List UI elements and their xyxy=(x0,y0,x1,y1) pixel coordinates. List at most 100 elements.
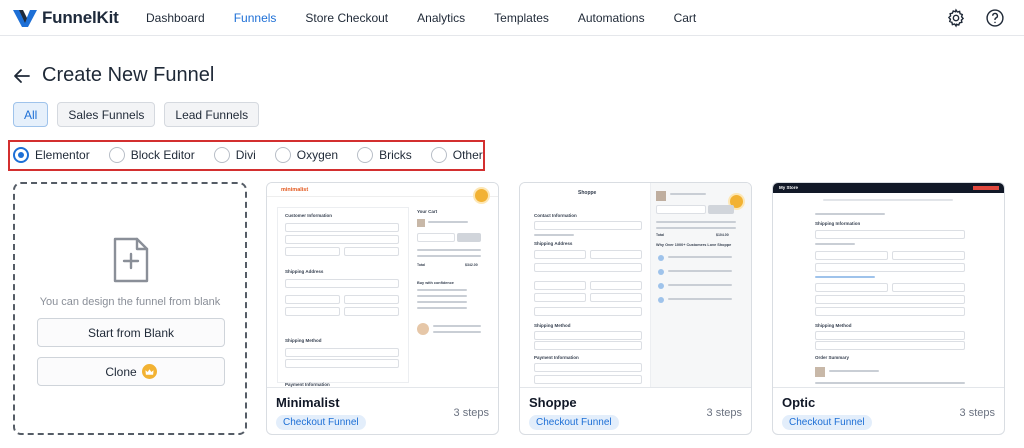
template-card-shoppe[interactable]: Shoppe Contact Information Shipping Addr… xyxy=(519,182,752,435)
radio-dot[interactable] xyxy=(430,147,447,163)
preview-line xyxy=(417,289,467,291)
nav-funnels[interactable]: Funnels xyxy=(234,11,277,25)
preview-brand: minimalist xyxy=(281,187,309,193)
preview-line xyxy=(815,213,885,215)
clone-button[interactable]: Clone xyxy=(37,357,225,386)
preview-total-label: Total xyxy=(656,233,665,237)
tab-all[interactable]: All xyxy=(13,102,49,127)
radio-dot[interactable] xyxy=(108,147,125,163)
preview-section-title: Shipping Method xyxy=(285,338,322,343)
template-card-minimalist[interactable]: minimalist Customer Information Shipping… xyxy=(266,182,499,435)
preview-section-title: Shipping Method xyxy=(815,323,852,328)
preview-line xyxy=(668,284,732,286)
funnelkit-logo-icon xyxy=(13,10,37,27)
preview-field xyxy=(285,235,399,244)
preview-field xyxy=(815,295,965,304)
template-preview-optic[interactable]: My Store Shipping Information Shipping M… xyxy=(773,183,1004,388)
preview-apply-button xyxy=(708,205,734,214)
radio-oxygen[interactable]: Oxygen xyxy=(274,147,339,163)
tab-sales-funnels[interactable]: Sales Funnels xyxy=(57,102,156,127)
preview-field xyxy=(892,251,965,260)
radio-label: Other xyxy=(452,148,483,162)
tab-lead-funnels[interactable]: Lead Funnels xyxy=(164,102,260,127)
premium-crown-badge xyxy=(473,187,490,204)
preview-line xyxy=(433,325,481,327)
preview-field xyxy=(815,263,965,272)
radio-other[interactable]: Other xyxy=(430,147,483,163)
radio-block-editor[interactable]: Block Editor xyxy=(108,147,195,163)
clone-label: Clone xyxy=(105,364,137,379)
preview-line xyxy=(417,301,467,303)
template-badge: Checkout Funnel xyxy=(782,415,872,430)
preview-field xyxy=(815,230,965,239)
preview-line xyxy=(428,221,468,223)
gear-icon[interactable] xyxy=(946,8,966,28)
arrow-left-icon[interactable] xyxy=(12,66,32,86)
radio-dot[interactable] xyxy=(274,147,291,163)
page-builder-radio-group: Elementor Block Editor Divi Oxygen Brick… xyxy=(13,146,502,164)
preview-field xyxy=(590,250,642,259)
preview-steps-bar xyxy=(823,199,953,201)
preview-field xyxy=(534,331,642,340)
template-steps: 3 steps xyxy=(959,407,995,419)
crown-icon xyxy=(141,364,157,379)
radio-elementor[interactable]: Elementor xyxy=(13,147,90,163)
preview-bullet-icon xyxy=(658,283,664,289)
preview-line xyxy=(668,270,732,272)
preview-apply-button xyxy=(457,233,481,242)
preview-field xyxy=(534,307,642,316)
page-title: Create New Funnel xyxy=(42,64,215,86)
preview-field xyxy=(344,307,399,316)
template-preview-minimalist[interactable]: minimalist Customer Information Shipping… xyxy=(267,183,498,388)
preview-link-line xyxy=(815,276,875,278)
nav-cart[interactable]: Cart xyxy=(674,11,697,25)
preview-field xyxy=(815,251,888,260)
nav-templates[interactable]: Templates xyxy=(494,11,549,25)
preview-product-thumb xyxy=(417,219,425,227)
preview-line xyxy=(417,295,467,297)
preview-line xyxy=(815,243,855,245)
radio-dot[interactable] xyxy=(357,147,374,163)
preview-line xyxy=(417,249,481,251)
template-name: Minimalist xyxy=(276,395,340,410)
preview-line xyxy=(829,370,879,372)
preview-brand: My Store xyxy=(779,185,799,190)
preview-field xyxy=(534,341,642,350)
preview-field xyxy=(285,307,340,316)
preview-product-thumb xyxy=(815,367,825,377)
preview-line xyxy=(417,255,481,257)
preview-side-heading: Buy with confidence xyxy=(417,281,454,285)
preview-line xyxy=(656,221,736,223)
radio-label: Elementor xyxy=(35,148,90,162)
radio-divi[interactable]: Divi xyxy=(213,147,256,163)
preview-field xyxy=(590,293,642,302)
preview-section-title: Shipping Information xyxy=(815,221,861,226)
preview-field xyxy=(656,205,706,214)
radio-label: Oxygen xyxy=(296,148,339,162)
template-card-optic[interactable]: My Store Shipping Information Shipping M… xyxy=(772,182,1005,435)
question-circle-icon[interactable] xyxy=(985,8,1005,28)
preview-side-heading: Why Over 1000+ Customers Love Shoppe xyxy=(656,243,732,247)
template-badge: Checkout Funnel xyxy=(529,415,619,430)
preview-section-title: Order Summary xyxy=(815,355,850,360)
preview-field xyxy=(285,223,399,232)
radio-label: Block Editor xyxy=(130,148,195,162)
start-from-blank-button[interactable]: Start from Blank xyxy=(37,318,225,347)
preview-field xyxy=(344,247,399,256)
nav-analytics[interactable]: Analytics xyxy=(417,11,465,25)
preview-field xyxy=(815,283,888,292)
preview-field xyxy=(285,295,340,304)
nav-dashboard[interactable]: Dashboard xyxy=(146,11,205,25)
radio-dot[interactable] xyxy=(13,147,29,163)
preview-field xyxy=(285,247,340,256)
nav-store-checkout[interactable]: Store Checkout xyxy=(305,11,388,25)
radio-label: Divi xyxy=(235,148,256,162)
preview-field xyxy=(285,359,399,368)
main-nav: Dashboard Funnels Store Checkout Analyti… xyxy=(146,0,725,36)
template-preview-shoppe[interactable]: Shoppe Contact Information Shipping Addr… xyxy=(520,183,751,388)
radio-bricks[interactable]: Bricks xyxy=(357,147,412,163)
preview-bullet-icon xyxy=(658,297,664,303)
funnelkit-logo[interactable]: FunnelKit xyxy=(12,7,119,29)
radio-dot[interactable] xyxy=(213,147,230,163)
nav-automations[interactable]: Automations xyxy=(578,11,645,25)
